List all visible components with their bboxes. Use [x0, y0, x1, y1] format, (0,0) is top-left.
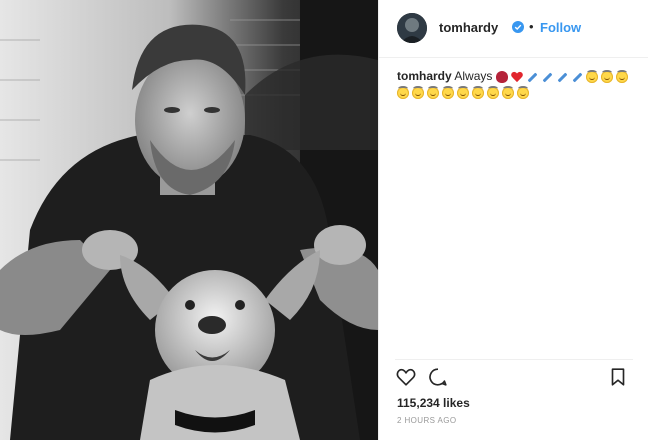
syringe-emoji-icon — [571, 71, 583, 83]
separator-dot: • — [529, 19, 534, 34]
rose-emoji-icon — [495, 70, 508, 83]
syringe-emoji-icon — [541, 71, 553, 83]
avatar-image — [397, 13, 427, 43]
smile-emoji-icon — [585, 69, 598, 83]
post-header: tomhardy • Follow — [379, 0, 648, 58]
verified-badge-icon — [512, 20, 524, 33]
comment-icon[interactable] — [427, 366, 449, 388]
post-photo[interactable] — [0, 0, 378, 440]
bookmark-icon[interactable] — [607, 366, 629, 388]
smile-emoji-icon — [457, 85, 469, 99]
caption: tomhardy Always — [397, 69, 637, 100]
smile-emoji-icon — [412, 85, 424, 99]
caption-text: Always — [454, 69, 493, 83]
heart-emoji-icon — [511, 71, 523, 83]
smile-emoji-icon — [427, 85, 439, 99]
smile-emoji-icon — [600, 69, 613, 83]
emoji-line-2 — [397, 85, 637, 100]
post-sidebar: tomhardy • Follow tomhardy Always 115,23… — [378, 0, 648, 440]
syringe-emoji-icon — [556, 71, 568, 83]
avatar[interactable] — [397, 13, 427, 43]
smile-emoji-icon — [472, 85, 484, 99]
post-image — [0, 0, 378, 440]
heart-icon[interactable] — [395, 366, 417, 388]
instagram-post: tomhardy • Follow tomhardy Always 115,23… — [0, 0, 648, 440]
divider — [395, 359, 633, 360]
follow-button[interactable]: Follow — [540, 20, 581, 35]
emoji-line-1 — [495, 69, 631, 83]
likes-count[interactable]: 115,234 likes — [397, 396, 470, 410]
action-bar — [379, 366, 648, 390]
smile-emoji-icon — [487, 85, 499, 99]
smile-emoji-icon — [615, 69, 628, 83]
caption-username[interactable]: tomhardy — [397, 69, 452, 83]
username[interactable]: tomhardy — [439, 20, 498, 35]
smile-emoji-icon — [502, 85, 514, 99]
smile-emoji-icon — [397, 85, 409, 99]
smile-emoji-icon — [442, 85, 454, 99]
syringe-emoji-icon — [526, 71, 538, 83]
post-timestamp[interactable]: 2 HOURS AGO — [397, 416, 457, 425]
smile-emoji-icon — [517, 85, 529, 99]
